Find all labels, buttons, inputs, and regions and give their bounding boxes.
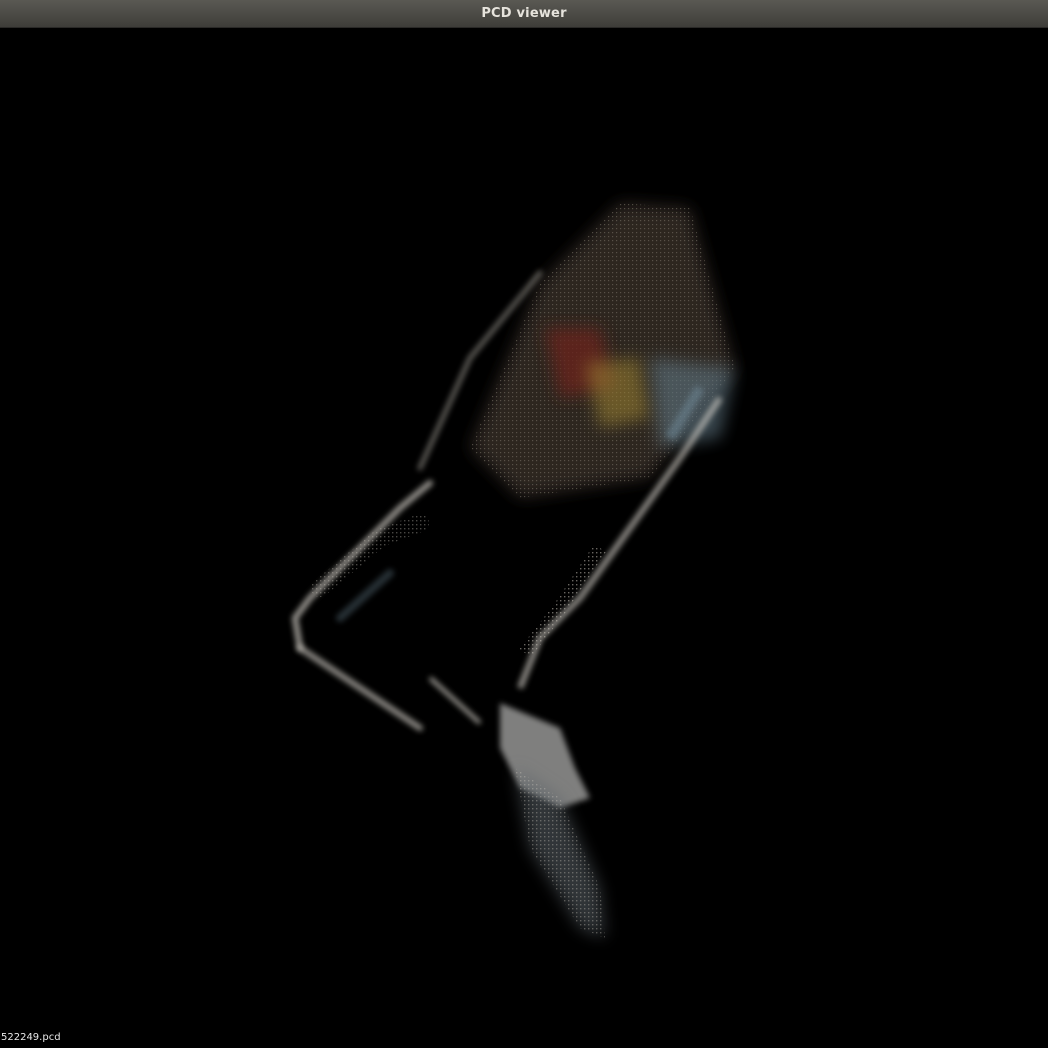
point-cloud-render <box>291 203 735 938</box>
point-cloud-left-slab <box>291 270 543 731</box>
pcd-viewer-window: PCD viewer 522249.pcd <box>0 0 1048 1048</box>
point-cloud-upper <box>470 203 735 498</box>
point-cloud-lower-blade <box>500 703 605 938</box>
window-title: PCD viewer <box>481 6 567 21</box>
title-bar[interactable]: PCD viewer <box>0 0 1048 28</box>
filename-label: 522249.pcd <box>1 1032 61 1043</box>
3d-viewport[interactable]: 522249.pcd <box>0 28 1048 1048</box>
